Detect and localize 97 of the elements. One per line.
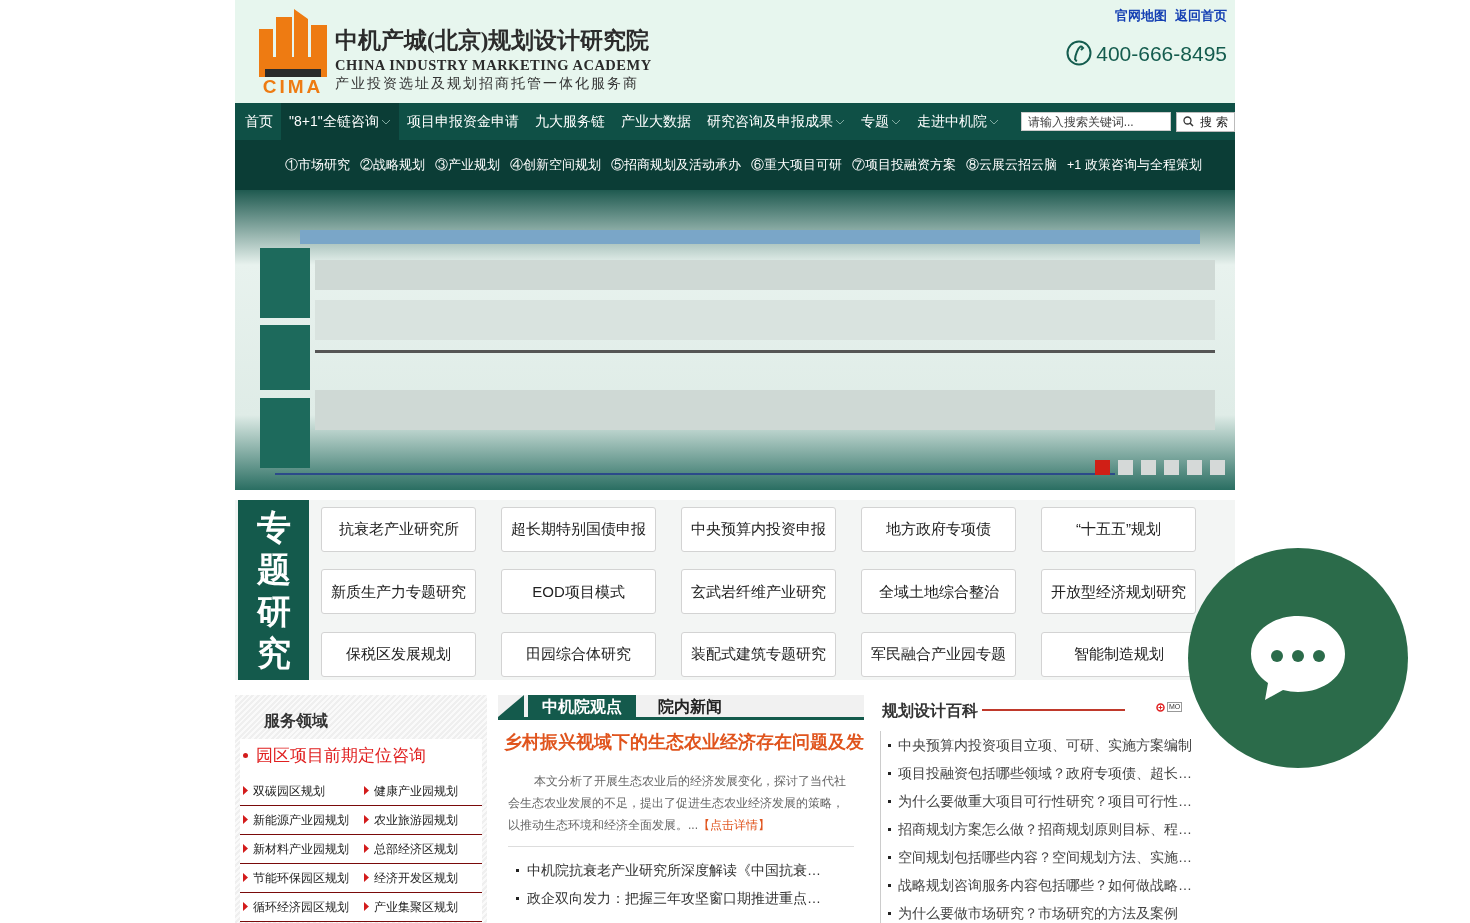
service-link[interactable]: 健康产业园规划	[374, 781, 458, 800]
wiki-link[interactable]: 项目投融资包括哪些领域？政府专项债、超长…	[898, 762, 1192, 784]
tagline: 产业投资选址及规划招商托管一体化服务商	[335, 75, 640, 93]
wiki-link[interactable]: 战略规划咨询服务内容包括哪些？如何做战略…	[898, 874, 1192, 896]
triangle-icon	[243, 786, 248, 795]
nav-item[interactable]: 首页	[237, 103, 281, 140]
topic-button[interactable]: 开放型经济规划研究	[1041, 569, 1196, 615]
plus-icon	[1156, 703, 1165, 712]
nav-item[interactable]: 九大服务链	[526, 103, 613, 140]
wiki-link[interactable]: 为什么要做重大项目可行性研究？项目可行性…	[898, 790, 1192, 812]
header-link[interactable]: 官网地图	[1115, 6, 1167, 26]
chevron-down-icon	[890, 118, 901, 125]
org-name-english: CHINA INDUSTRY MARKETING ACADEMY	[335, 56, 652, 74]
service-link[interactable]: 总部经济区规划	[374, 839, 458, 858]
phone-icon	[1066, 40, 1093, 67]
triangle-icon	[364, 786, 369, 795]
news-tab[interactable]: 院内新闻	[636, 695, 744, 717]
topic-button[interactable]: 装配式建筑专题研究	[681, 631, 836, 677]
submenu-item[interactable]: ①市场研究	[285, 155, 350, 175]
triangle-icon	[243, 873, 248, 882]
submenu-item[interactable]: +1 政策咨询与全程策划	[1067, 155, 1202, 175]
submenu-item[interactable]: ②战略规划	[360, 155, 425, 175]
header-link[interactable]: 返回首页	[1175, 6, 1227, 26]
triangle-icon	[243, 844, 248, 853]
topic-button[interactable]: 全域土地综合整治	[861, 569, 1016, 615]
topic-button[interactable]: 中央预算内投资申报	[681, 507, 836, 552]
bullet-icon	[888, 855, 891, 859]
topic-button[interactable]: 保税区发展规划	[321, 631, 476, 677]
topic-button[interactable]: 玄武岩纤维产业研究	[681, 569, 836, 615]
triangle-icon	[364, 844, 369, 853]
nav-item[interactable]: 项目申报资金申请	[398, 103, 527, 140]
bullet-icon	[888, 911, 891, 915]
chevron-down-icon	[834, 118, 845, 125]
search-icon	[1183, 116, 1195, 127]
chevron-down-icon	[380, 118, 391, 125]
bullet-icon	[888, 827, 891, 831]
bullet-icon	[516, 896, 519, 900]
submenu-item[interactable]: ③产业规划	[435, 155, 500, 175]
submenu-item[interactable]: ⑤招商规划及活动承办	[611, 155, 741, 175]
wiki-link[interactable]: 招商规划方案怎么做？招商规划原则目标、程…	[898, 818, 1192, 840]
service-headline[interactable]: 园区项目前期定位咨询	[256, 743, 426, 769]
nav-item[interactable]: 走进中机院	[908, 103, 1007, 140]
wiki-link[interactable]: 中央预算内投资项目立项、可研、实施方案编制	[898, 734, 1192, 756]
topic-button[interactable]: “十五五”规划	[1041, 507, 1196, 552]
chevron-down-icon	[988, 118, 999, 125]
topic-button[interactable]: EOD项目模式	[501, 569, 656, 615]
triangle-icon	[243, 902, 248, 911]
detail-link[interactable]: 【点击详情】	[698, 818, 770, 833]
news-link[interactable]: 中机院抗衰老产业研究所深度解读《中国抗衰…	[527, 859, 821, 881]
wiki-link[interactable]: 为什么要做市场研究？市场研究的方法及案例	[898, 902, 1178, 923]
topic-button[interactable]: 田园综合体研究	[501, 631, 656, 677]
topic-button[interactable]: 地方政府专项债	[861, 507, 1016, 552]
triangle-icon	[364, 815, 369, 824]
service-link[interactable]: 产业集聚区规划	[374, 897, 458, 916]
service-link[interactable]: 经济开发区规划	[374, 868, 458, 887]
logo-icon	[257, 7, 329, 79]
nav-item[interactable]: 产业大数据	[612, 103, 699, 140]
search-button[interactable]: 搜 索	[1175, 111, 1235, 132]
panel-title: 服务领域	[264, 711, 329, 731]
wiki-link[interactable]: 空间规划包括哪些内容？空间规划方法、实施…	[898, 846, 1192, 868]
news-tab[interactable]: 中机院观点	[528, 695, 636, 717]
triangle-icon	[364, 902, 369, 911]
service-link[interactable]: 农业旅游园规划	[374, 810, 458, 829]
bullet-icon	[888, 799, 891, 803]
bullet-icon	[243, 753, 248, 759]
service-link[interactable]: 新能源产业园规划	[253, 810, 349, 829]
service-link[interactable]: 双碳园区规划	[253, 781, 325, 800]
service-link[interactable]: 节能环保园区规划	[253, 868, 349, 887]
topic-button[interactable]: 超长期特别国债申报	[501, 507, 656, 552]
org-name: 中机产城(北京)规划设计研究院	[335, 27, 651, 55]
service-link[interactable]: 新材料产业园规划	[253, 839, 349, 858]
logo-text: CIMA	[262, 77, 324, 96]
phone-number: 400-666-8495	[1096, 40, 1227, 67]
news-summary: 本文分析了开展生态农业后的经济发展变化，探讨了当代社会生态农业发展的不足，提出了促进生态农业经济发展的策略，以推动生态环境和经济全面发展。...【点击详情】	[507, 773, 847, 835]
nav-item[interactable]: 研究咨询及申报成果	[698, 103, 853, 140]
panel-title: 规划设计百科	[882, 701, 978, 721]
submenu-item[interactable]: ④创新空间规划	[510, 155, 601, 175]
news-headline[interactable]: 乡村振兴视域下的生态农业经济存在问题及发	[498, 729, 864, 756]
topic-button[interactable]: 军民融合产业园专题	[861, 631, 1016, 677]
topic-button[interactable]: 抗衰老产业研究所	[321, 507, 476, 552]
news-link[interactable]: 政企双向发力：把握三年攻坚窗口期推进重点…	[527, 887, 821, 909]
bullet-icon	[888, 771, 891, 775]
service-link[interactable]: 循环经济园区规划	[253, 897, 349, 916]
submenu-item[interactable]: ⑥重大项目可研	[751, 155, 842, 175]
triangle-icon	[364, 873, 369, 882]
chat-bubble-icon	[1249, 614, 1347, 702]
nav-item[interactable]: "8+1"全链咨询	[281, 103, 399, 140]
submenu-item[interactable]: ⑦项目投融资方案	[852, 155, 956, 175]
triangle-icon	[243, 815, 248, 824]
search-field[interactable]: 请输入搜索关键词...	[1020, 112, 1171, 131]
nav-item[interactable]: 专题	[852, 103, 909, 140]
bullet-icon	[888, 883, 891, 887]
bullet-icon	[888, 743, 891, 747]
submenu-item[interactable]: ⑧云展云招云脑	[966, 155, 1057, 175]
bullet-icon	[516, 868, 519, 872]
topics-title: 专题研究	[238, 500, 309, 680]
topic-button[interactable]: 新质生产力专题研究	[321, 569, 476, 615]
